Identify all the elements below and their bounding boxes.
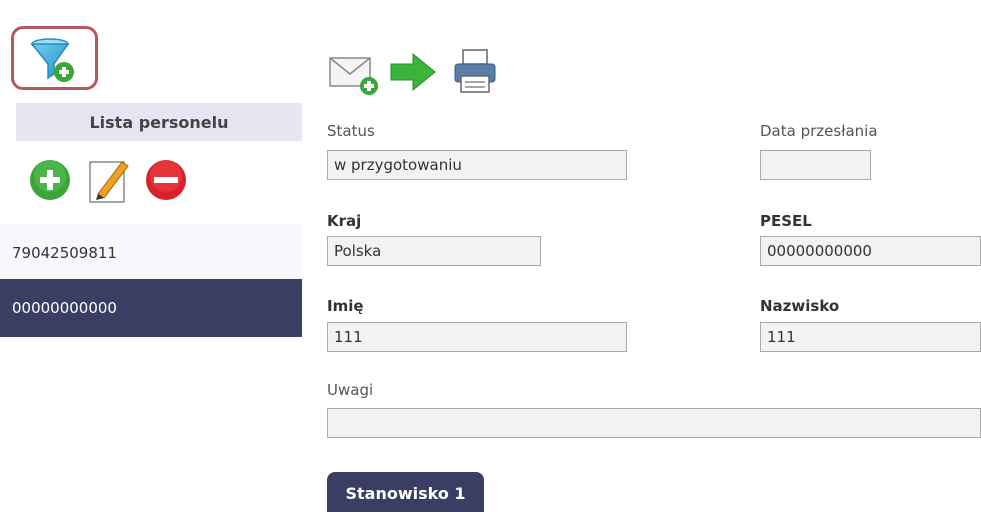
status-field[interactable]: w przygotowaniu [327, 150, 627, 180]
firstname-label: Imię [327, 297, 364, 315]
list-title: Lista personelu [16, 103, 302, 141]
pesel-field[interactable]: 00000000000 [760, 236, 981, 266]
mail-add-icon[interactable] [329, 56, 381, 100]
tab-position[interactable]: Stanowisko 1 [327, 472, 484, 512]
edit-icon[interactable] [88, 158, 132, 208]
date-field[interactable] [760, 150, 871, 180]
country-label: Kraj [327, 212, 362, 230]
list-item[interactable]: 79042509811 [0, 224, 302, 282]
delete-icon[interactable] [144, 158, 188, 206]
list-item-selected[interactable]: 00000000000 [0, 279, 302, 337]
firstname-field[interactable]: 111 [327, 322, 627, 352]
toolbar [327, 42, 507, 98]
date-label: Data przesłania [760, 122, 878, 140]
list-item-label: 00000000000 [12, 299, 117, 317]
arrow-right-icon[interactable] [389, 52, 437, 96]
country-field[interactable]: Polska [327, 236, 541, 266]
printer-icon[interactable] [453, 48, 497, 98]
add-icon[interactable] [28, 158, 72, 206]
notes-field[interactable] [327, 408, 981, 438]
filter-button[interactable] [11, 26, 98, 90]
status-label: Status [327, 122, 375, 140]
list-item-label: 79042509811 [12, 244, 117, 262]
pesel-label: PESEL [760, 212, 812, 230]
filter-add-icon [30, 38, 74, 82]
notes-label: Uwagi [327, 381, 374, 399]
list-actions [28, 158, 198, 206]
lastname-label: Nazwisko [760, 297, 840, 315]
lastname-field[interactable]: 111 [760, 322, 981, 352]
